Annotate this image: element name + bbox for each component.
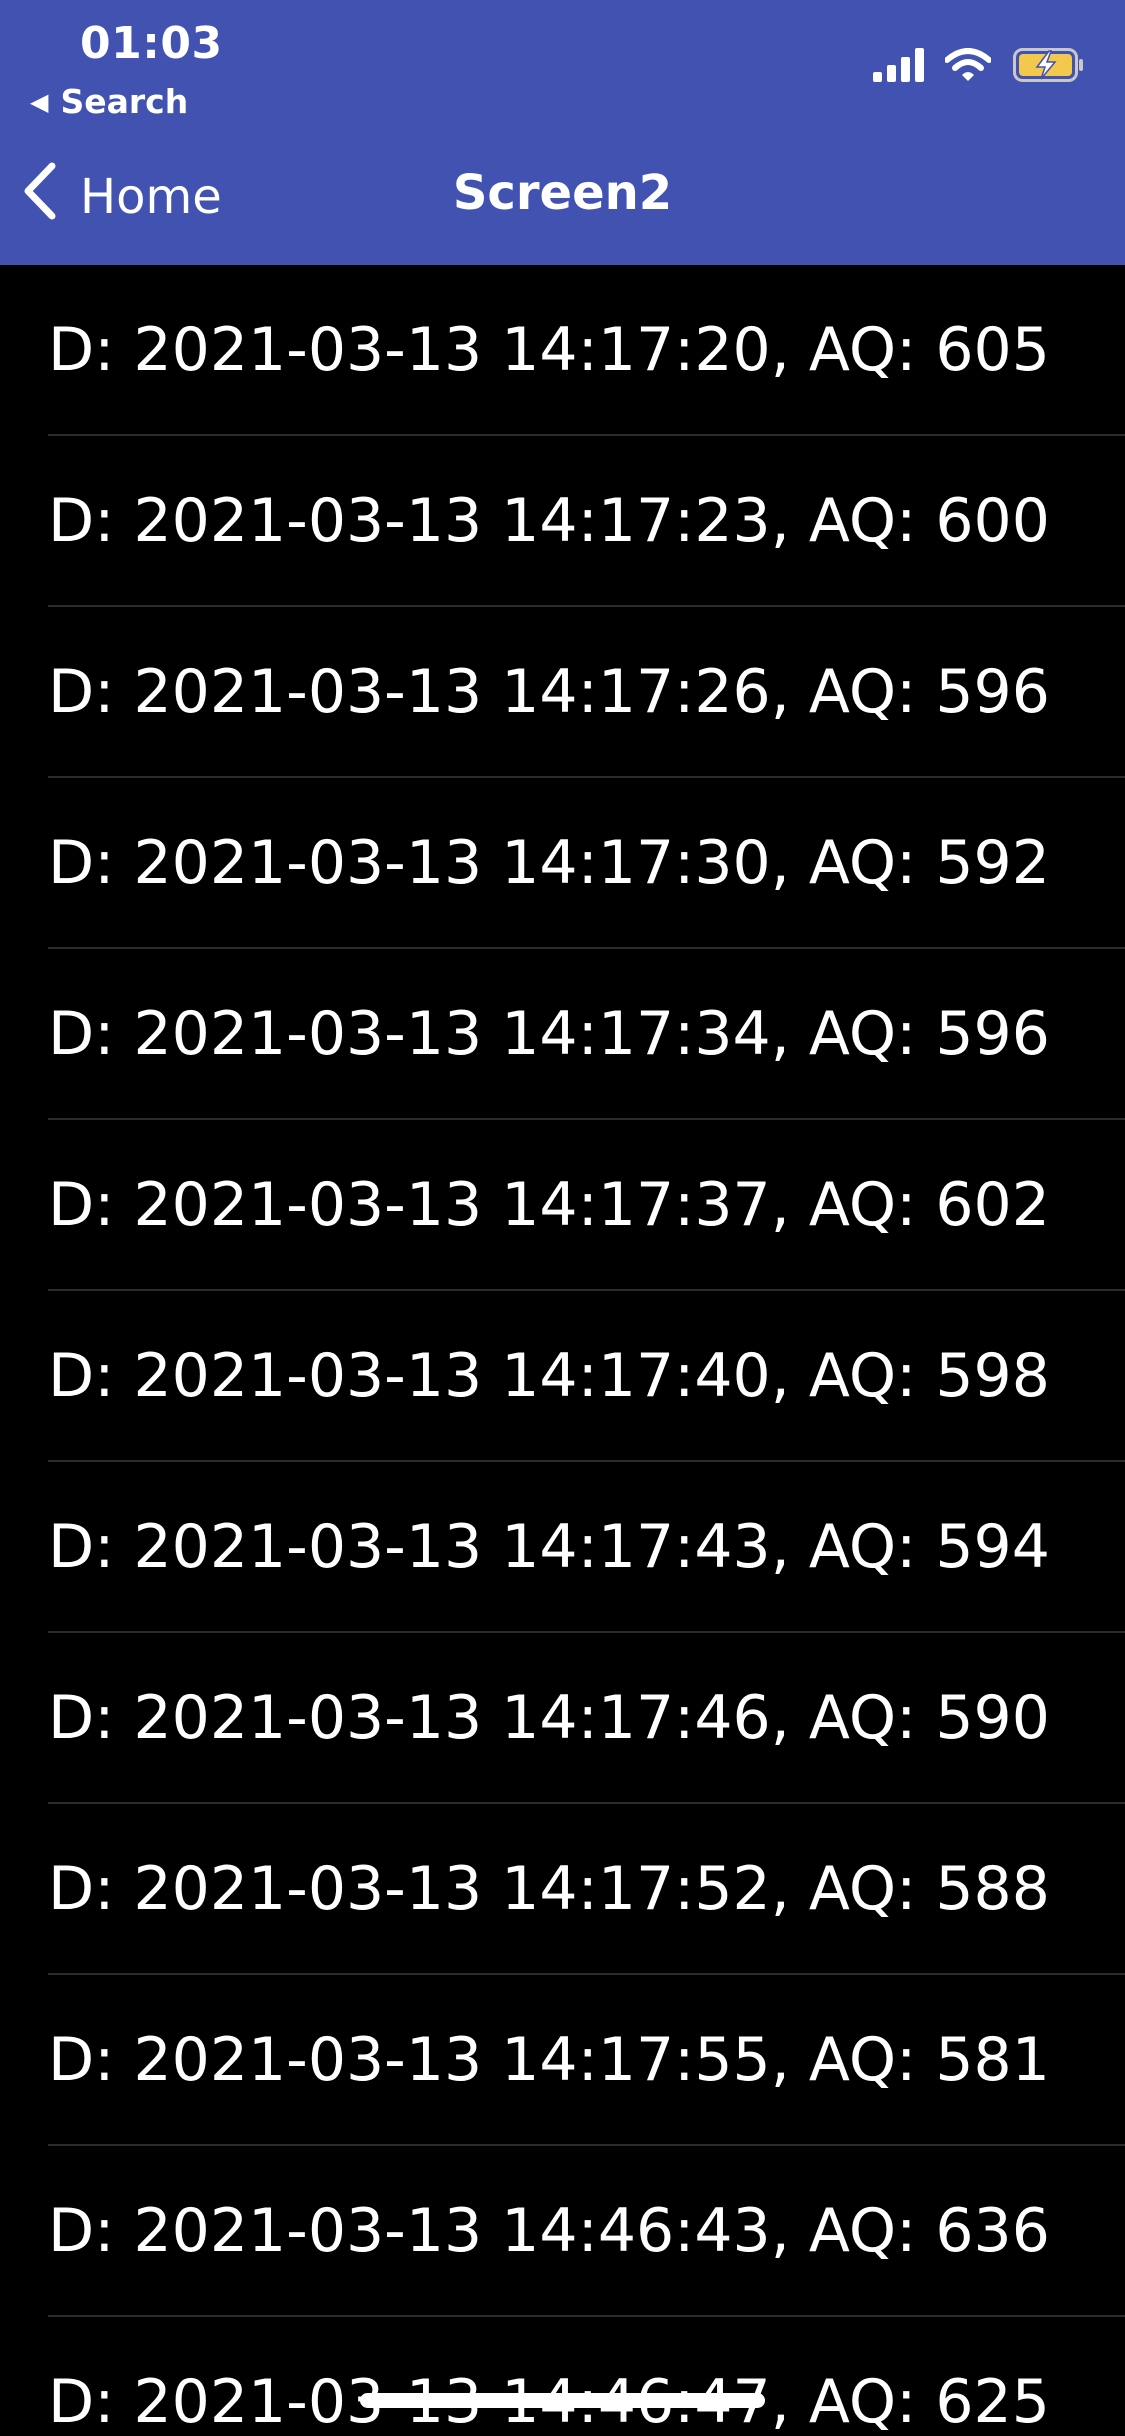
list-item-text: D: 2021-03-13 14:17:30, AQ: 592: [48, 828, 1050, 898]
list-item[interactable]: D: 2021-03-13 14:17:26, AQ: 596: [0, 607, 1125, 778]
list-item[interactable]: D: 2021-03-13 14:17:40, AQ: 598: [0, 1291, 1125, 1462]
list-item-text: D: 2021-03-13 14:17:34, AQ: 596: [48, 999, 1050, 1069]
wifi-icon: [945, 48, 991, 82]
back-to-app-label: Search: [60, 82, 189, 121]
status-time: 01:03: [80, 18, 223, 69]
back-triangle-icon: ◀: [30, 87, 49, 116]
list-item-text: D: 2021-03-13 14:17:43, AQ: 594: [48, 1512, 1050, 1582]
list-item-text: D: 2021-03-13 14:17:26, AQ: 596: [48, 657, 1050, 727]
list-item[interactable]: D: 2021-03-13 14:17:55, AQ: 581: [0, 1975, 1125, 2146]
list-item[interactable]: D: 2021-03-13 14:17:52, AQ: 588: [0, 1804, 1125, 1975]
list-item[interactable]: D: 2021-03-13 14:46:47, AQ: 625: [0, 2317, 1125, 2436]
list-item-text: D: 2021-03-13 14:17:46, AQ: 590: [48, 1683, 1050, 1753]
page-title: Screen2: [452, 165, 673, 221]
home-indicator[interactable]: [360, 2393, 765, 2408]
back-to-app-link[interactable]: ◀ Search: [30, 82, 188, 121]
list-item-text: D: 2021-03-13 14:17:20, AQ: 605: [48, 315, 1050, 385]
list-item[interactable]: D: 2021-03-13 14:17:30, AQ: 592: [0, 778, 1125, 949]
battery-charging-icon: [1013, 48, 1085, 82]
list-item-text: D: 2021-03-13 14:46:47, AQ: 625: [48, 2367, 1050, 2436]
list-item[interactable]: D: 2021-03-13 14:17:37, AQ: 602: [0, 1120, 1125, 1291]
list-item[interactable]: D: 2021-03-13 14:46:43, AQ: 636: [0, 2146, 1125, 2317]
list-item-text: D: 2021-03-13 14:46:43, AQ: 636: [48, 2196, 1050, 2266]
header: 01:03 ◀ Search Home Screen2: [0, 0, 1125, 265]
status-icons: [873, 48, 1085, 82]
cellular-signal-icon: [873, 48, 927, 82]
list-item-text: D: 2021-03-13 14:17:40, AQ: 598: [48, 1341, 1050, 1411]
data-list[interactable]: D: 2021-03-13 14:17:20, AQ: 605 D: 2021-0…: [0, 265, 1125, 2436]
list-item-text: D: 2021-03-13 14:17:23, AQ: 600: [48, 486, 1050, 556]
list-item-text: D: 2021-03-13 14:17:55, AQ: 581: [48, 2025, 1050, 2095]
app-screen: 01:03 ◀ Search Home Screen2 D: 2021-03-1…: [0, 0, 1125, 2436]
list-item[interactable]: D: 2021-03-13 14:17:43, AQ: 594: [0, 1462, 1125, 1633]
list-item[interactable]: D: 2021-03-13 14:17:46, AQ: 590: [0, 1633, 1125, 1804]
list-item[interactable]: D: 2021-03-13 14:17:23, AQ: 600: [0, 436, 1125, 607]
list-item[interactable]: D: 2021-03-13 14:17:34, AQ: 596: [0, 949, 1125, 1120]
list-item-text: D: 2021-03-13 14:17:37, AQ: 602: [48, 1170, 1050, 1240]
list-item-text: D: 2021-03-13 14:17:52, AQ: 588: [48, 1854, 1050, 1924]
list-item[interactable]: D: 2021-03-13 14:17:20, AQ: 605: [0, 265, 1125, 436]
